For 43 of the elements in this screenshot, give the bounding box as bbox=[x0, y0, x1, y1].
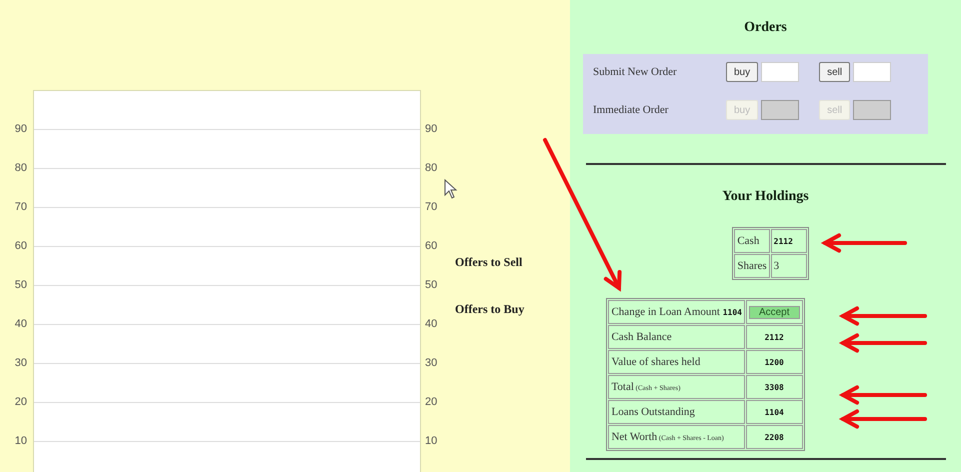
axis-tick-label: 50 bbox=[14, 278, 27, 293]
axis-tick-label: 40 bbox=[14, 317, 27, 332]
axis-tick-label: 10 bbox=[14, 434, 27, 449]
axis-tick-label: 30 bbox=[425, 356, 438, 371]
table-cell: 3308 bbox=[746, 375, 803, 399]
table-cell: Shares bbox=[734, 254, 770, 278]
order-label: Submit New Order bbox=[593, 66, 678, 78]
axis-tick-label: 20 bbox=[14, 395, 27, 410]
quantity-field[interactable] bbox=[761, 62, 800, 82]
axis-tick-label: 70 bbox=[14, 200, 27, 215]
accept-button[interactable]: Accept bbox=[748, 306, 800, 318]
table-cell: Change in Loan Amount 1104 bbox=[608, 300, 745, 324]
table-cell: 2112 bbox=[746, 325, 803, 349]
mouse-cursor-icon bbox=[444, 178, 458, 199]
axis-tick-label: 20 bbox=[425, 395, 438, 410]
table-cell: Cash bbox=[734, 229, 770, 253]
axis-tick-label: 60 bbox=[14, 239, 27, 254]
axis-tick-label: 80 bbox=[14, 161, 27, 176]
table-cell: Value of shares held bbox=[608, 350, 745, 374]
axis-tick-label: 40 bbox=[425, 317, 438, 332]
table-cell: Cash Balance bbox=[608, 325, 745, 349]
table-cell: 2208 bbox=[746, 425, 803, 449]
section-title: Orders bbox=[744, 20, 787, 36]
axis-tick-label: 50 bbox=[425, 278, 438, 293]
axis-tick-label: 90 bbox=[14, 122, 27, 137]
axis-tick-label: 10 bbox=[425, 434, 438, 449]
axis-tick-label: 90 bbox=[425, 122, 438, 137]
axis-tick-label: 70 bbox=[425, 200, 438, 215]
legend-label: Offers to Sell bbox=[455, 255, 524, 270]
legend-label: Offers to Buy bbox=[455, 302, 524, 317]
axis-tick-label: 30 bbox=[14, 356, 27, 371]
quantity-field[interactable] bbox=[853, 62, 892, 82]
section-title: Your Holdings bbox=[722, 189, 809, 205]
table-cell: 1200 bbox=[746, 350, 803, 374]
table-cell: 1104 bbox=[746, 400, 803, 424]
order-label: Immediate Order bbox=[593, 104, 670, 116]
table-cell: Loans Outstanding bbox=[608, 400, 745, 424]
buy-button[interactable]: buy bbox=[726, 62, 758, 82]
table-cell: 3 bbox=[770, 254, 807, 278]
table-cell: 2112 bbox=[770, 229, 807, 253]
axis-tick-label: 60 bbox=[425, 239, 438, 254]
sell-button[interactable]: sell bbox=[819, 62, 850, 82]
axis-tick-label: 80 bbox=[425, 161, 438, 176]
